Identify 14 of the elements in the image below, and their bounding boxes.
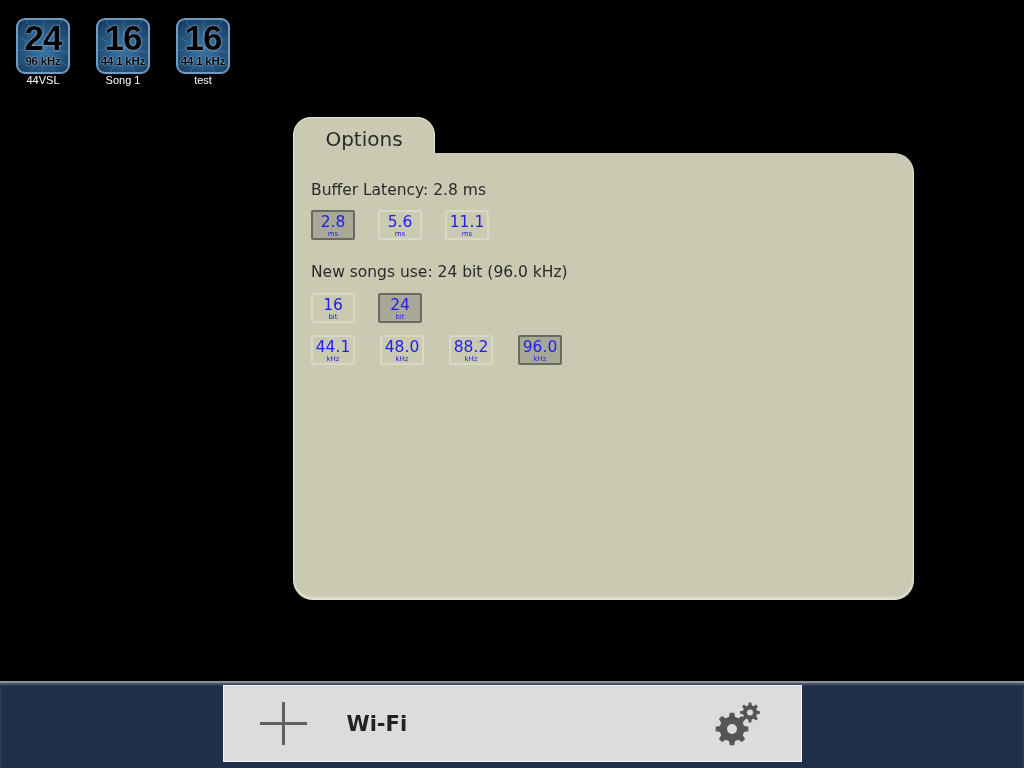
settings-button[interactable] [714, 701, 761, 746]
format-label: New songs use: 24 bit (96.0 kHz) [311, 262, 568, 282]
song-name: Song 1 [105, 74, 141, 86]
song-name: test [194, 74, 212, 86]
plus-icon [259, 702, 307, 745]
settings-icon [714, 701, 761, 746]
song-tile[interactable]: 16 44.1 kHz [96, 18, 150, 74]
add-button[interactable] [259, 702, 307, 745]
song-tile[interactable]: 24 96 kHz [16, 18, 70, 74]
wifi-button[interactable]: Wi-Fi [346, 711, 408, 736]
latency-label: Buffer Latency: 2.8 ms [311, 180, 486, 200]
options-tab[interactable]: Options [293, 117, 435, 154]
song-name: 44VSL [26, 74, 60, 86]
song-tile[interactable]: 16 44.1 kHz [176, 18, 230, 74]
